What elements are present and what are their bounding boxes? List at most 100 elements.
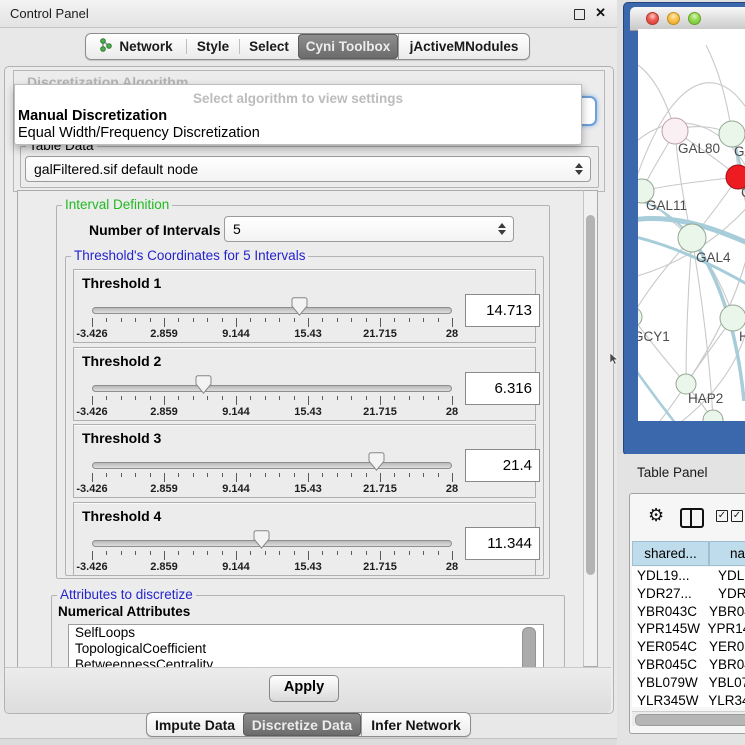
cell-shared-name[interactable]: YDR27... [632, 585, 714, 603]
table-header-row: shared... na [632, 541, 745, 566]
column-header-name[interactable]: na [709, 541, 745, 566]
table-hscrollbar-thumb[interactable] [635, 714, 745, 726]
tab-network[interactable]: Network [86, 34, 186, 59]
threshold-slider-thumb[interactable] [368, 452, 385, 471]
threshold-label: Threshold 4 [82, 508, 161, 524]
apply-strip: Apply [5, 667, 611, 713]
zoom-traffic-light-icon[interactable] [688, 12, 701, 25]
tab-jactivemnodules-label: jActiveMNodules [410, 39, 519, 54]
bottom-tabbar: Impute Data Discretize Data Infer Networ… [146, 712, 471, 737]
settings-scrollbar-thumb[interactable] [586, 215, 595, 575]
threshold-slider-track[interactable] [92, 462, 452, 469]
network-canvas[interactable]: GAL80GACGAL11GAL4GCY1HHAP2 [638, 29, 745, 421]
minimize-traffic-light-icon[interactable] [667, 12, 680, 25]
network-node-green[interactable] [638, 307, 642, 327]
tab-discretize-data-label: Discretize Data [252, 717, 352, 733]
checkbox-icon[interactable]: ✓ [731, 510, 743, 522]
cell-name[interactable]: YDL19 [714, 567, 745, 585]
thresholds-group: Threshold's Coordinates for 5 Intervals … [65, 256, 544, 576]
tab-cyni-toolbox[interactable]: Cyni Toolbox [298, 34, 398, 59]
threshold-slider-thumb[interactable] [195, 375, 212, 394]
network-node-label: C [741, 185, 745, 200]
slider-tick-labels: -3.4262.8599.14415.4321.71528 [92, 328, 452, 340]
network-node-green[interactable] [678, 224, 706, 252]
table-row[interactable]: YER054CYER054C [632, 638, 745, 656]
slider-tick-labels: -3.4262.8599.14415.4321.71528 [92, 561, 452, 573]
attributes-group: Attributes to discretize Numerical Attri… [51, 595, 565, 669]
interval-definition-group: Interval Definition Number of Intervals … [56, 205, 550, 579]
tab-discretize-data[interactable]: Discretize Data [243, 713, 361, 736]
combobox-arrows-icon [498, 223, 506, 235]
cell-name[interactable]: YBR045C [705, 656, 745, 674]
split-columns-icon[interactable] [680, 508, 704, 528]
threshold-slider-track[interactable] [92, 307, 452, 314]
threshold-value-field[interactable]: 11.344 [465, 527, 540, 560]
apply-button[interactable]: Apply [269, 675, 339, 702]
cell-name[interactable]: YPR145W [704, 620, 745, 638]
table-row[interactable]: YDR27...YDR27 [632, 585, 745, 603]
close-icon[interactable]: ✕ [595, 5, 606, 21]
thresholds-group-title: Threshold's Coordinates for 5 Intervals [71, 248, 308, 263]
table-row[interactable]: YBL079WYBL079W [632, 674, 745, 692]
network-icon [99, 38, 113, 55]
attribute-item[interactable]: TopologicalCoefficient [69, 641, 543, 657]
algorithm-option-manual[interactable]: Manual Discretization [18, 108, 167, 124]
network-view-window: GAL80GACGAL11GAL4GCY1HHAP2 [623, 2, 745, 456]
cell-shared-name[interactable]: YBR045C [632, 656, 705, 674]
cell-shared-name[interactable]: YER054C [632, 638, 705, 656]
close-traffic-light-icon[interactable] [646, 12, 659, 25]
attributes-list-scrollbar[interactable] [522, 627, 536, 669]
table-data-combobox[interactable]: galFiltered.sif default node [25, 156, 591, 182]
threshold-value-field[interactable]: 21.4 [465, 449, 540, 482]
threshold-value-field[interactable]: 14.713 [465, 294, 540, 327]
cell-shared-name[interactable]: YLR345W [632, 692, 704, 707]
numerical-attributes-list[interactable]: SelfLoopsTopologicalCoefficientBetweenne… [68, 624, 544, 669]
threshold-box: Threshold 1 -3.4262.8599.14415.4321.71528… [73, 269, 536, 343]
table-row[interactable]: YBR043CYBR043C [632, 603, 745, 621]
threshold-slider-thumb[interactable] [253, 530, 270, 549]
table-row[interactable]: YBR045CYBR045C [632, 656, 745, 674]
slider-tick-labels: -3.4262.8599.14415.4321.71528 [92, 483, 452, 495]
num-intervals-label: Number of Intervals [89, 222, 220, 238]
float-window-icon[interactable] [574, 9, 585, 20]
num-intervals-combobox[interactable]: 5 [224, 216, 514, 242]
cell-name[interactable]: YDR27 [714, 585, 745, 603]
cell-shared-name[interactable]: YBR043C [632, 603, 705, 621]
attribute-item[interactable]: SelfLoops [69, 625, 543, 641]
network-node-label: H [739, 329, 745, 344]
gear-icon[interactable]: ⚙ [648, 505, 664, 526]
cell-name[interactable]: YBL079W [705, 674, 745, 692]
cell-name[interactable]: YBR043C [705, 603, 745, 621]
threshold-box: Threshold 4 -3.4262.8599.14415.4321.71528… [73, 502, 536, 576]
threshold-box: Threshold 2-3.4262.8599.14415.4321.71528… [73, 347, 536, 421]
table-row[interactable]: YPR145WYPR145W [632, 620, 745, 638]
threshold-label: Threshold 1 [82, 275, 161, 291]
tab-jactivemnodules[interactable]: jActiveMNodules [398, 34, 529, 59]
threshold-slider-track[interactable] [92, 540, 452, 547]
threshold-value-field[interactable]: 6.316 [465, 372, 540, 405]
checkbox-icon[interactable]: ✓ [716, 510, 728, 522]
cell-name[interactable]: YLR345W [704, 692, 745, 707]
cell-name[interactable]: YER054C [705, 638, 745, 656]
tab-style[interactable]: Style [187, 34, 239, 59]
tab-select-label: Select [249, 39, 289, 54]
cell-shared-name[interactable]: YBL079W [632, 674, 705, 692]
interval-definition-title: Interval Definition [62, 197, 172, 212]
threshold-slider-track[interactable] [92, 385, 452, 392]
cell-shared-name[interactable]: YDL19... [632, 567, 714, 585]
settings-scrollbar-track[interactable] [583, 190, 598, 667]
column-header-shared-name[interactable]: shared... [632, 541, 709, 566]
tab-select[interactable]: Select [240, 34, 298, 59]
algorithm-option-equal-width[interactable]: Equal Width/Frequency Discretization [18, 125, 260, 141]
network-node-green[interactable] [720, 305, 745, 331]
cell-shared-name[interactable]: YPR145W [632, 620, 704, 638]
threshold-slider-thumb[interactable] [291, 297, 308, 316]
table-row[interactable]: YDL19...YDL19 [632, 567, 745, 585]
combobox-arrows-icon [575, 163, 583, 175]
table-row[interactable]: YLR345WYLR345W [632, 692, 745, 707]
table-hscrollbar-track[interactable] [632, 711, 745, 726]
tab-cyni-toolbox-label: Cyni Toolbox [306, 39, 391, 54]
tab-impute-data[interactable]: Impute Data [147, 713, 243, 736]
network-node-green[interactable] [703, 410, 723, 421]
tab-infer-network[interactable]: Infer Network [362, 713, 470, 736]
